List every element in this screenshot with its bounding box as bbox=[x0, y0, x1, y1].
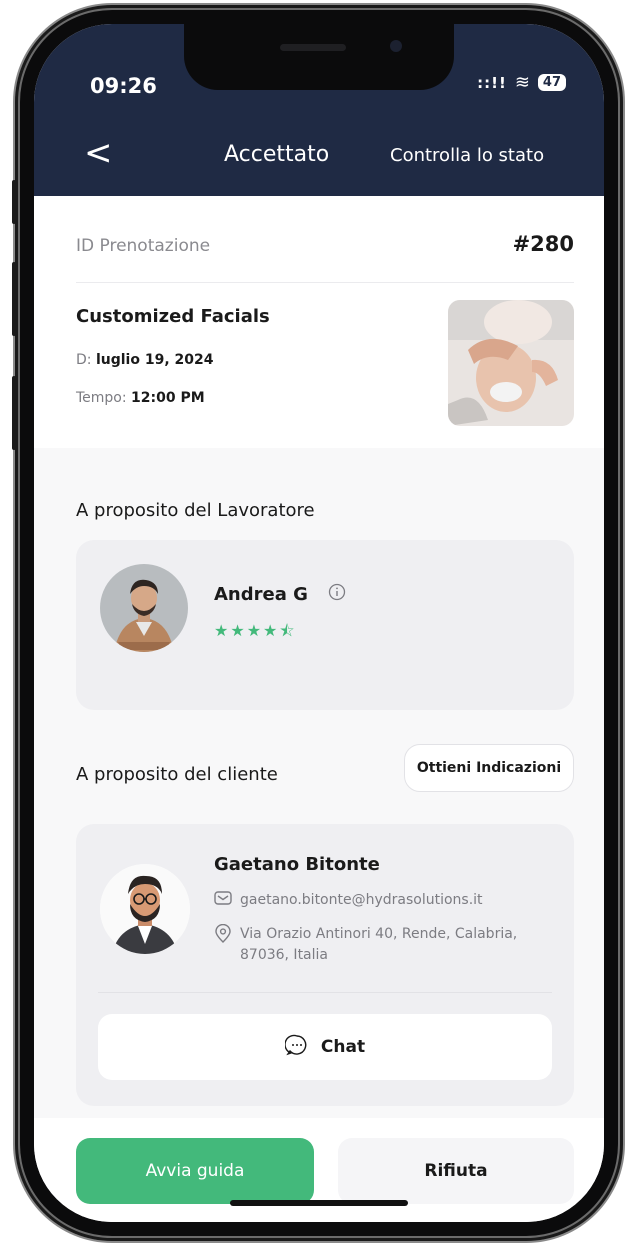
booking-summary: ID Prenotazione #280 Customized Facials … bbox=[34, 196, 604, 448]
divider bbox=[98, 992, 552, 993]
date-value: luglio 19, 2024 bbox=[95, 352, 214, 368]
location-pin-icon bbox=[214, 923, 232, 948]
signal-icon: ::!! bbox=[477, 73, 507, 92]
back-button[interactable]: < bbox=[84, 136, 113, 170]
home-indicator[interactable] bbox=[230, 1200, 408, 1206]
start-navigation-button[interactable]: Avvia guida bbox=[76, 1138, 314, 1204]
booking-id-label: ID Prenotazione bbox=[76, 236, 211, 256]
worker-card[interactable]: Andrea G ★★★★⯪ bbox=[76, 540, 574, 710]
worker-avatar bbox=[100, 564, 188, 652]
bottom-action-bar: Avvia guida Rifiuta bbox=[34, 1118, 604, 1222]
time-value: 12:00 PM bbox=[131, 390, 205, 406]
status-time: 09:26 bbox=[90, 74, 157, 98]
header: 09:26 ::!! ≋ 47 < Accettato Controlla lo… bbox=[34, 24, 604, 196]
client-section-title: A proposito del cliente bbox=[76, 764, 278, 785]
chat-button-label: Chat bbox=[320, 1037, 366, 1057]
volume-down-button bbox=[12, 376, 16, 450]
client-email-row[interactable]: gaetano.bitonte@hydrasolutions.it bbox=[214, 890, 483, 910]
client-address: Via Orazio Antinori 40, Rende, Calabria,… bbox=[240, 926, 518, 963]
page-title: Accettato bbox=[224, 142, 330, 167]
divider bbox=[76, 282, 574, 283]
chat-bubble-icon bbox=[284, 1033, 309, 1062]
worker-name: Andrea G bbox=[214, 584, 308, 605]
status-icons: ::!! ≋ 47 bbox=[477, 72, 566, 93]
booking-date: D: luglio 19, 2024 bbox=[76, 352, 213, 368]
booking-id-value: #280 bbox=[512, 232, 574, 256]
info-icon[interactable] bbox=[328, 583, 346, 601]
client-card: Gaetano Bitonte gaetano.bitonte@hydrasol… bbox=[76, 824, 574, 1106]
client-address-row[interactable]: Via Orazio Antinori 40, Rende, Calabria,… bbox=[214, 923, 540, 966]
check-status-button[interactable]: Controlla lo stato bbox=[390, 145, 544, 166]
client-email: gaetano.bitonte@hydrasolutions.it bbox=[240, 892, 483, 908]
mute-switch bbox=[12, 180, 16, 224]
worker-section-title: A proposito del Lavoratore bbox=[76, 500, 315, 521]
client-avatar bbox=[100, 864, 190, 954]
notch bbox=[184, 24, 454, 90]
booking-time: Tempo: 12:00 PM bbox=[76, 390, 205, 406]
screen: 09:26 ::!! ≋ 47 < Accettato Controlla lo… bbox=[34, 24, 604, 1222]
battery-icon: 47 bbox=[537, 74, 566, 91]
service-name: Customized Facials bbox=[76, 306, 270, 327]
worker-rating-stars: ★★★★⯪ bbox=[214, 621, 297, 640]
wifi-icon: ≋ bbox=[514, 72, 530, 93]
service-image bbox=[448, 300, 574, 426]
date-prefix: D: bbox=[76, 352, 92, 368]
reject-button[interactable]: Rifiuta bbox=[338, 1138, 574, 1204]
front-camera bbox=[390, 40, 402, 52]
get-directions-button[interactable]: Ottieni Indicazioni bbox=[404, 744, 574, 792]
client-name: Gaetano Bitonte bbox=[214, 854, 380, 875]
volume-up-button bbox=[12, 262, 16, 336]
mail-icon bbox=[214, 890, 232, 910]
time-prefix: Tempo: bbox=[76, 390, 127, 406]
chat-button[interactable]: Chat bbox=[98, 1014, 552, 1080]
speaker bbox=[280, 44, 346, 51]
phone-frame: 09:26 ::!! ≋ 47 < Accettato Controlla lo… bbox=[12, 10, 618, 1236]
